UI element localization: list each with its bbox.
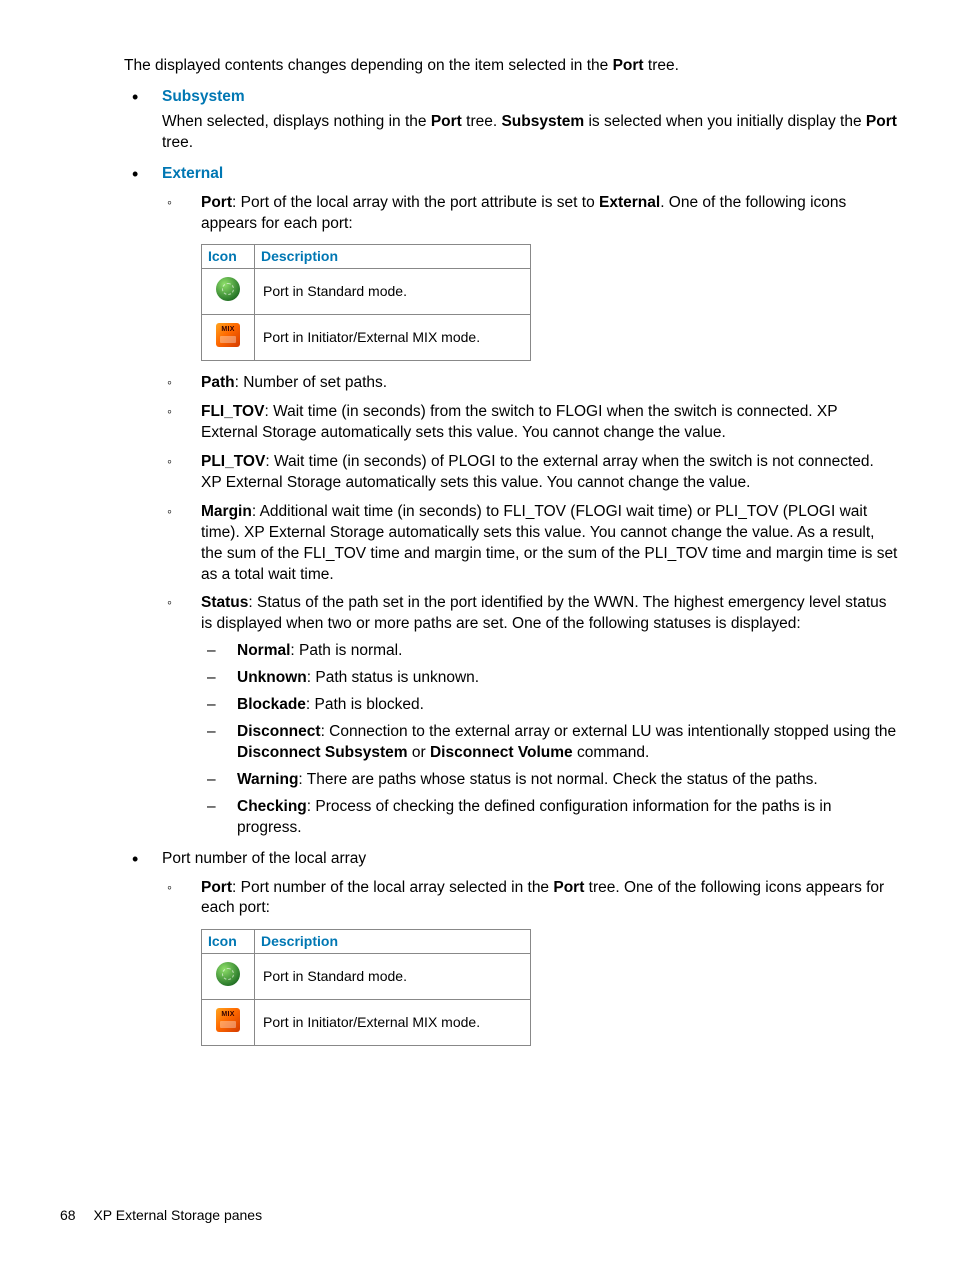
page-number: 68 bbox=[60, 1207, 76, 1223]
status-text: : Status of the path set in the port ide… bbox=[201, 594, 887, 632]
footer-title: XP External Storage panes bbox=[93, 1207, 262, 1223]
blockade-text: : Path is blocked. bbox=[306, 696, 424, 713]
portnum-icon-table: Icon Description Port in Standard mode. … bbox=[201, 929, 531, 1046]
status-list: Normal: Path is normal. Unknown: Path st… bbox=[207, 641, 898, 838]
normal-text: : Path is normal. bbox=[290, 642, 402, 659]
th-desc-2: Description bbox=[255, 930, 531, 954]
desc-cell-mix-2: Port in Initiator/External MIX mode. bbox=[255, 1000, 531, 1046]
table-row: Port in Initiator/External MIX mode. bbox=[202, 315, 531, 361]
external-port-icon-table: Icon Description Port in Standard mode. … bbox=[201, 244, 531, 361]
external-path-item: Path: Number of set paths. bbox=[167, 373, 898, 394]
external-flitov-item: FLI_TOV: Wait time (in seconds) from the… bbox=[167, 402, 898, 444]
intro-text: The displayed contents changes depending… bbox=[124, 56, 898, 77]
icon-cell-standard-2 bbox=[202, 954, 255, 1000]
external-item: External Port: Port of the local array w… bbox=[132, 164, 898, 839]
icon-cell-mix-2 bbox=[202, 1000, 255, 1046]
port-mix-icon bbox=[216, 1008, 240, 1032]
portnum-sublist: Port: Port number of the local array sel… bbox=[167, 878, 898, 1047]
portnum-port-item: Port: Port number of the local array sel… bbox=[167, 878, 898, 1047]
ext-port-p1: : Port of the local array with the port … bbox=[232, 194, 599, 211]
pn-port-label: Port bbox=[201, 879, 232, 896]
intro-pre: The displayed contents changes depending… bbox=[124, 57, 613, 74]
flitov-text: : Wait time (in seconds) from the switch… bbox=[201, 403, 837, 441]
table-row: Port in Standard mode. bbox=[202, 954, 531, 1000]
port-mix-icon bbox=[216, 323, 240, 347]
sub-b1: Port bbox=[431, 113, 462, 130]
status-unknown: Unknown: Path status is unknown. bbox=[207, 668, 898, 689]
intro-bold: Port bbox=[613, 57, 644, 74]
ext-port-b1: External bbox=[599, 194, 660, 211]
disc-b2: Disconnect Volume bbox=[430, 744, 573, 761]
th-icon: Icon bbox=[202, 245, 255, 269]
table-header-row: Icon Description bbox=[202, 930, 531, 954]
margin-label: Margin bbox=[201, 503, 252, 520]
external-plitov-item: PLI_TOV: Wait time (in seconds) of PLOGI… bbox=[167, 452, 898, 494]
warning-text: : There are paths whose status is not no… bbox=[298, 771, 817, 788]
checking-text: : Process of checking the defined config… bbox=[237, 798, 831, 836]
external-margin-item: Margin: Additional wait time (in seconds… bbox=[167, 502, 898, 586]
desc-cell-standard: Port in Standard mode. bbox=[255, 269, 531, 315]
blockade-label: Blockade bbox=[237, 696, 306, 713]
warning-label: Warning bbox=[237, 771, 298, 788]
status-checking: Checking: Process of checking the define… bbox=[207, 797, 898, 839]
unknown-text: : Path status is unknown. bbox=[307, 669, 479, 686]
subsystem-item: Subsystem When selected, displays nothin… bbox=[132, 87, 898, 154]
th-icon-2: Icon bbox=[202, 930, 255, 954]
plitov-text: : Wait time (in seconds) of PLOGI to the… bbox=[201, 453, 874, 491]
subsystem-desc: When selected, displays nothing in the P… bbox=[162, 112, 898, 154]
status-normal: Normal: Path is normal. bbox=[207, 641, 898, 662]
status-label: Status bbox=[201, 594, 248, 611]
disc-p2: or bbox=[408, 744, 430, 761]
external-sublist: Port: Port of the local array with the p… bbox=[167, 193, 898, 839]
disconnect-label: Disconnect bbox=[237, 723, 321, 740]
page: The displayed contents changes depending… bbox=[0, 0, 954, 1271]
normal-label: Normal bbox=[237, 642, 290, 659]
disc-p3: command. bbox=[573, 744, 650, 761]
page-footer: 68 XP External Storage panes bbox=[60, 1206, 262, 1225]
pn-port-b1: Port bbox=[553, 879, 584, 896]
table-header-row: Icon Description bbox=[202, 245, 531, 269]
top-list: Subsystem When selected, displays nothin… bbox=[132, 87, 898, 1046]
external-port-item: Port: Port of the local array with the p… bbox=[167, 193, 898, 362]
ext-port-label: Port bbox=[201, 194, 232, 211]
status-blockade: Blockade: Path is blocked. bbox=[207, 695, 898, 716]
plitov-label: PLI_TOV bbox=[201, 453, 265, 470]
path-label: Path bbox=[201, 374, 235, 391]
unknown-label: Unknown bbox=[237, 669, 307, 686]
port-standard-icon bbox=[216, 277, 240, 301]
path-text: : Number of set paths. bbox=[235, 374, 388, 391]
table-row: Port in Initiator/External MIX mode. bbox=[202, 1000, 531, 1046]
port-standard-icon bbox=[216, 962, 240, 986]
status-warning: Warning: There are paths whose status is… bbox=[207, 770, 898, 791]
sub-p2: tree. bbox=[462, 113, 502, 130]
status-disconnect: Disconnect: Connection to the external a… bbox=[207, 722, 898, 764]
icon-cell-mix bbox=[202, 315, 255, 361]
intro-post: tree. bbox=[644, 57, 679, 74]
checking-label: Checking bbox=[237, 798, 307, 815]
desc-cell-standard-2: Port in Standard mode. bbox=[255, 954, 531, 1000]
margin-text: : Additional wait time (in seconds) to F… bbox=[201, 503, 897, 583]
disc-p1: : Connection to the external array or ex… bbox=[321, 723, 897, 740]
external-status-item: Status: Status of the path set in the po… bbox=[167, 593, 898, 838]
sub-p4: tree. bbox=[162, 134, 193, 151]
disc-b1: Disconnect Subsystem bbox=[237, 744, 408, 761]
sub-p3: is selected when you initially display t… bbox=[584, 113, 866, 130]
subsystem-heading: Subsystem bbox=[162, 88, 245, 105]
portnum-item: Port number of the local array Port: Por… bbox=[132, 849, 898, 1046]
sub-b2: Subsystem bbox=[501, 113, 584, 130]
portnum-heading: Port number of the local array bbox=[162, 850, 366, 867]
icon-cell-standard bbox=[202, 269, 255, 315]
external-heading: External bbox=[162, 165, 223, 182]
desc-cell-mix: Port in Initiator/External MIX mode. bbox=[255, 315, 531, 361]
sub-p1: When selected, displays nothing in the bbox=[162, 113, 431, 130]
sub-b3: Port bbox=[866, 113, 897, 130]
pn-port-p1: : Port number of the local array selecte… bbox=[232, 879, 553, 896]
th-desc: Description bbox=[255, 245, 531, 269]
table-row: Port in Standard mode. bbox=[202, 269, 531, 315]
flitov-label: FLI_TOV bbox=[201, 403, 264, 420]
